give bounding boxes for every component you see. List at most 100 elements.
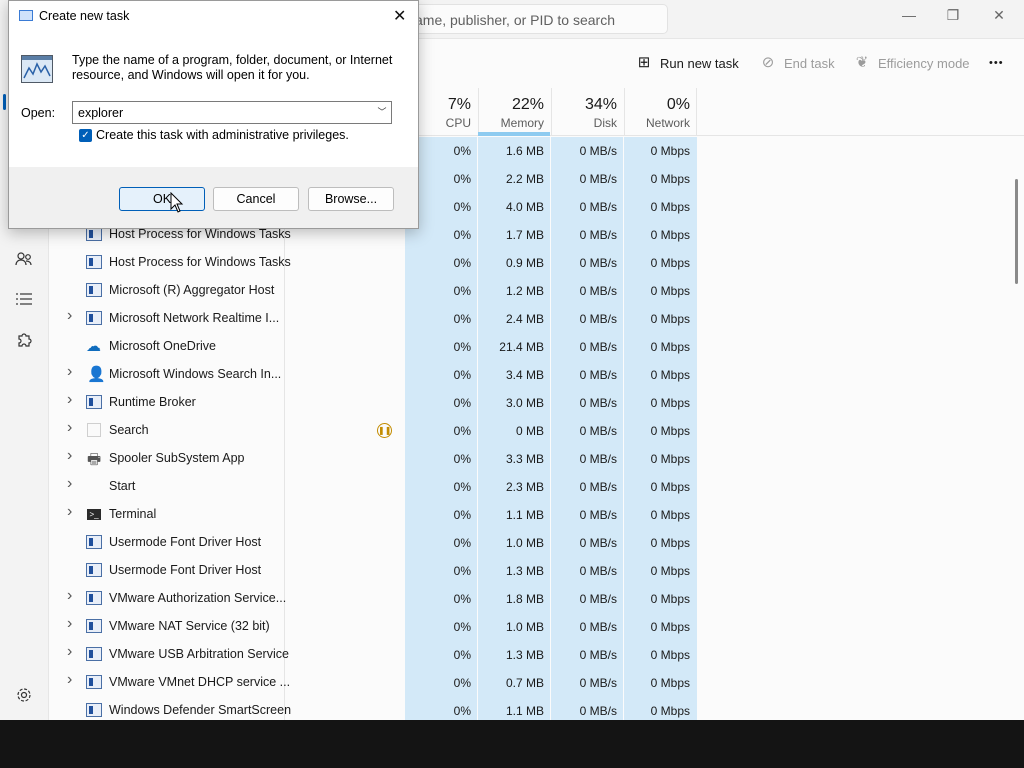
table-row[interactable]: Host Process for Windows Tasks 0% 0.9 MB 0 … — [49, 249, 1024, 277]
expand-chevron-icon[interactable]: › — [67, 643, 72, 661]
memory-label: Memory — [500, 116, 544, 130]
memory-cell: 1.3 MB — [505, 648, 544, 662]
table-row[interactable]: › 🖶 Spooler SubSystem App 0% 3.3 MB 0 MB/s 0 M… — [49, 445, 1024, 473]
more-options-button[interactable]: ••• — [989, 53, 1004, 73]
ok-button[interactable]: OK — [119, 187, 205, 211]
network-cell: 0 Mbps — [650, 172, 690, 186]
network-cell: 0 Mbps — [650, 256, 690, 270]
search-input[interactable]: ame, publisher, or PID to search — [400, 4, 668, 34]
table-row[interactable]: › >_ Terminal 0% 1.1 MB 0 MB/s 0 Mbps — [49, 501, 1024, 529]
disk-cell: 0 MB/s — [579, 508, 617, 522]
expand-chevron-icon[interactable]: › — [67, 447, 72, 465]
cpu-cell: 0% — [453, 620, 471, 634]
table-row[interactable]: › VMware Authorization Service... 0% 1.8 MB… — [49, 585, 1024, 613]
memory-cell: 1.0 MB — [505, 620, 544, 634]
cpu-cell: 0% — [453, 284, 471, 298]
table-row[interactable]: › 👤 Microsoft Windows Search In... 0% 3.4 MB… — [49, 361, 1024, 389]
table-row[interactable]: › VMware USB Arbitration Service 0% 1.3 MB 0… — [49, 641, 1024, 669]
cpu-cell: 0% — [453, 172, 471, 186]
services-puzzle-icon[interactable] — [14, 331, 34, 351]
expand-chevron-icon[interactable]: › — [67, 615, 72, 633]
memory-cell: 1.1 MB — [505, 704, 544, 718]
vertical-scrollbar[interactable] — [1015, 179, 1018, 284]
users-icon[interactable] — [14, 250, 34, 270]
process-name: VMware USB Arbitration Service — [109, 647, 289, 661]
memory-cell: 1.0 MB — [505, 536, 544, 550]
network-cell: 0 Mbps — [650, 704, 690, 718]
cpu-cell: 0% — [453, 228, 471, 242]
settings-gear-icon[interactable] — [14, 686, 34, 706]
expand-chevron-icon[interactable]: › — [67, 363, 72, 381]
create-new-task-dialog: Create new task ✕ Type the name of a pro… — [8, 0, 419, 229]
app-window-icon — [86, 563, 102, 577]
process-name: VMware VMnet DHCP service ... — [109, 675, 291, 689]
run-new-task-button[interactable]: ⊞ Run new task — [636, 53, 739, 73]
cpu-cell: 0% — [453, 564, 471, 578]
chevron-down-icon[interactable]: ﹀ — [375, 104, 389, 120]
expand-chevron-icon[interactable]: › — [67, 475, 72, 493]
network-cell: 0 Mbps — [650, 480, 690, 494]
disk-cell: 0 MB/s — [579, 704, 617, 718]
close-window-button[interactable]: ✕ — [976, 6, 1022, 26]
table-row[interactable]: Windows Defender SmartScreen 0% 1.1 MB 0 MB… — [49, 697, 1024, 720]
expand-chevron-icon[interactable]: › — [67, 307, 72, 325]
dialog-body: Type the name of a program, folder, docu… — [9, 31, 418, 167]
table-row[interactable]: Usermode Font Driver Host 0% 1.3 MB 0 MB/s 0… — [49, 557, 1024, 585]
memory-cell: 1.2 MB — [505, 284, 544, 298]
network-cell: 0 Mbps — [650, 508, 690, 522]
expand-chevron-icon[interactable]: › — [67, 419, 72, 437]
table-row[interactable]: › Runtime Broker 0% 3.0 MB 0 MB/s 0 Mbps — [49, 389, 1024, 417]
network-cell: 0 Mbps — [650, 396, 690, 410]
expand-chevron-icon[interactable]: › — [67, 503, 72, 521]
disk-cell: 0 MB/s — [579, 424, 617, 438]
cpu-cell: 0% — [453, 648, 471, 662]
table-row[interactable]: › Start 0% 2.3 MB 0 MB/s 0 Mbps — [49, 473, 1024, 501]
search-indexer-icon: 👤 — [87, 366, 106, 383]
memory-cell: 1.1 MB — [505, 508, 544, 522]
efficiency-mode-button[interactable]: ❦ Efficiency mode — [854, 53, 970, 73]
dialog-close-button[interactable]: ✕ — [393, 6, 406, 26]
admin-privileges-label: Create this task with administrative pri… — [96, 128, 349, 142]
disk-cell: 0 MB/s — [579, 620, 617, 634]
disk-cell: 0 MB/s — [579, 452, 617, 466]
open-input[interactable] — [72, 101, 392, 124]
browse-button[interactable]: Browse... — [308, 187, 394, 211]
app-window-icon — [86, 591, 102, 605]
disk-cell: 0 MB/s — [579, 144, 617, 158]
table-row[interactable]: Microsoft (R) Aggregator Host 0% 1.2 MB 0 M… — [49, 277, 1024, 305]
memory-column-header[interactable]: 22% Memory — [478, 88, 550, 136]
dialog-title-bar: Create new task ✕ — [9, 1, 418, 31]
run-new-task-label: Run new task — [660, 55, 739, 71]
process-name: Runtime Broker — [109, 395, 196, 409]
maximize-button[interactable]: ❐ — [930, 6, 976, 26]
table-row[interactable]: › VMware NAT Service (32 bit) 0% 1.0 MB 0 MB… — [49, 613, 1024, 641]
table-row[interactable]: › Microsoft Network Realtime I... 0% 2.4 MB… — [49, 305, 1024, 333]
table-row[interactable]: ☁ Microsoft OneDrive 0% 21.4 MB 0 MB/s 0 Mbps — [49, 333, 1024, 361]
table-row[interactable]: Usermode Font Driver Host 0% 1.0 MB 0 MB/s 0… — [49, 529, 1024, 557]
table-row[interactable]: › Search ❚❚ 0% 0 MB 0 MB/s 0 Mbps — [49, 417, 1024, 445]
cpu-cell: 0% — [453, 452, 471, 466]
network-cell: 0 Mbps — [650, 368, 690, 382]
disk-column-header[interactable]: 34% Disk — [551, 88, 623, 136]
app-window-icon — [86, 647, 102, 661]
table-row[interactable]: › VMware VMnet DHCP service ... 0% 0.7 MB 0 … — [49, 669, 1024, 697]
cpu-cell: 0% — [453, 200, 471, 214]
memory-cell: 3.3 MB — [505, 452, 544, 466]
process-name: Terminal — [109, 507, 157, 521]
minimize-button[interactable]: — — [886, 6, 932, 26]
memory-cell: 4.0 MB — [505, 200, 544, 214]
expand-chevron-icon[interactable]: › — [67, 391, 72, 409]
admin-privileges-checkbox[interactable]: ✓ — [79, 129, 92, 142]
network-cell: 0 Mbps — [650, 648, 690, 662]
memory-cell: 1.8 MB — [505, 592, 544, 606]
end-task-button[interactable]: ⊘ End task — [760, 53, 835, 73]
details-list-icon[interactable] — [14, 290, 34, 310]
expand-chevron-icon[interactable]: › — [67, 671, 72, 689]
cancel-button[interactable]: Cancel — [213, 187, 299, 211]
network-column-header[interactable]: 0% Network — [624, 88, 697, 136]
efficiency-mode-label: Efficiency mode — [878, 55, 970, 71]
onedrive-cloud-icon: ☁ — [86, 338, 101, 355]
memory-cell: 3.0 MB — [505, 396, 544, 410]
expand-chevron-icon[interactable]: › — [67, 587, 72, 605]
network-label: Network — [645, 116, 690, 130]
